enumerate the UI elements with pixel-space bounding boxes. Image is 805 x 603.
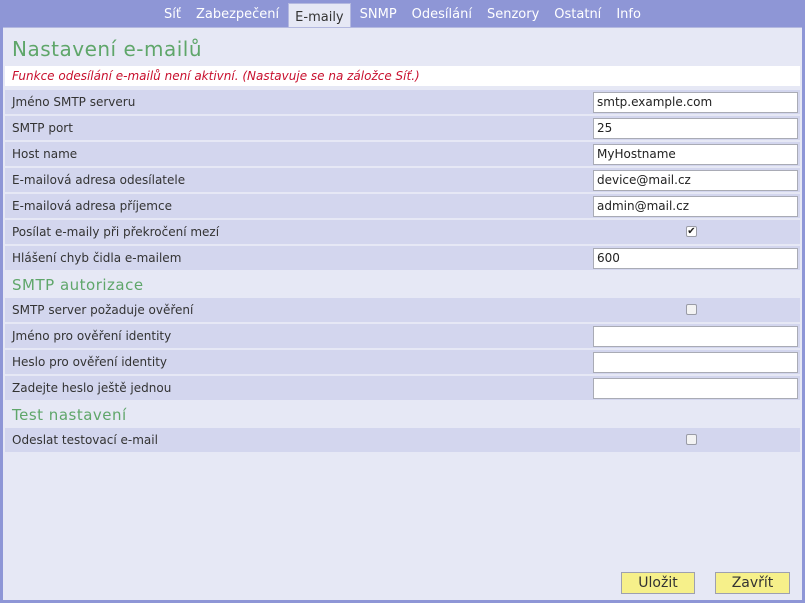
test-heading: Test nastavení <box>12 406 127 424</box>
send-on-limit-checkbox[interactable]: ✔ <box>686 226 697 237</box>
sender-row: E-mailová adresa odesílatele device@mail… <box>5 168 800 192</box>
save-button[interactable]: Uložit <box>621 572 695 594</box>
sender-label: E-mailová adresa odesílatele <box>12 173 186 187</box>
send-on-limit-label: Posílat e-maily při překročení mezí <box>12 225 220 239</box>
tab-senzory[interactable]: Senzory <box>480 3 546 26</box>
sensor-error-row: Hlášení chyb čidla e-mailem 600 <box>5 246 800 270</box>
warning-message: Funkce odesílání e-mailů není aktivní. (… <box>5 66 800 86</box>
tab-odesilani[interactable]: Odesílání <box>405 3 478 26</box>
auth-username-input[interactable] <box>593 326 798 347</box>
settings-panel: Nastavení e-mailů Funkce odesílání e-mai… <box>3 27 802 600</box>
auth-password-repeat-input[interactable] <box>593 378 798 399</box>
requires-auth-label: SMTP server požaduje ověření <box>12 303 194 317</box>
auth-password-input[interactable] <box>593 352 798 373</box>
smtp-server-label: Jméno SMTP serveru <box>12 95 136 109</box>
smtp-port-label: SMTP port <box>12 121 73 135</box>
tab-bar: Síť Zabezpečení E-maily SNMP Odesílání S… <box>158 3 647 30</box>
auth-password-label: Heslo pro ověření identity <box>12 355 168 369</box>
send-test-row: Odeslat testovací e-mail <box>5 428 800 452</box>
smtp-port-input[interactable]: 25 <box>593 118 798 139</box>
smtp-auth-heading: SMTP autorizace <box>12 276 144 294</box>
page-title: Nastavení e-mailů <box>12 37 203 61</box>
recipient-row: E-mailová adresa příjemce admin@mail.cz <box>5 194 800 218</box>
sender-email-input[interactable]: device@mail.cz <box>593 170 798 191</box>
host-name-input[interactable]: MyHostname <box>593 144 798 165</box>
tab-emaily[interactable]: E-maily <box>288 3 351 30</box>
tab-snmp[interactable]: SNMP <box>353 3 403 26</box>
sensor-error-input[interactable]: 600 <box>593 248 798 269</box>
tab-zabezpeceni[interactable]: Zabezpečení <box>189 3 286 26</box>
tab-info[interactable]: Info <box>610 3 647 26</box>
host-name-row: Host name MyHostname <box>5 142 800 166</box>
send-on-limit-row: Posílat e-maily při překročení mezí ✔ <box>5 220 800 244</box>
tab-ostatni[interactable]: Ostatní <box>548 3 608 26</box>
send-test-checkbox[interactable] <box>686 434 697 445</box>
auth-password-repeat-label: Zadejte heslo ještě jednou <box>12 381 172 395</box>
requires-auth-checkbox[interactable] <box>686 304 697 315</box>
recipient-label: E-mailová adresa příjemce <box>12 199 172 213</box>
sensor-error-label: Hlášení chyb čidla e-mailem <box>12 251 182 265</box>
smtp-server-input[interactable]: smtp.example.com <box>593 92 798 113</box>
recipient-email-input[interactable]: admin@mail.cz <box>593 196 798 217</box>
host-name-label: Host name <box>12 147 78 161</box>
smtp-port-row: SMTP port 25 <box>5 116 800 140</box>
auth-username-label: Jméno pro ověření identity <box>12 329 172 343</box>
requires-auth-row: SMTP server požaduje ověření <box>5 298 800 322</box>
auth-username-row: Jméno pro ověření identity <box>5 324 800 348</box>
smtp-server-row: Jméno SMTP serveru smtp.example.com <box>5 90 800 114</box>
tab-sit[interactable]: Síť <box>158 3 187 26</box>
close-button[interactable]: Zavřít <box>715 572 790 594</box>
auth-password-row: Heslo pro ověření identity <box>5 350 800 374</box>
auth-password-repeat-row: Zadejte heslo ještě jednou <box>5 376 800 400</box>
send-test-label: Odeslat testovací e-mail <box>12 433 158 447</box>
